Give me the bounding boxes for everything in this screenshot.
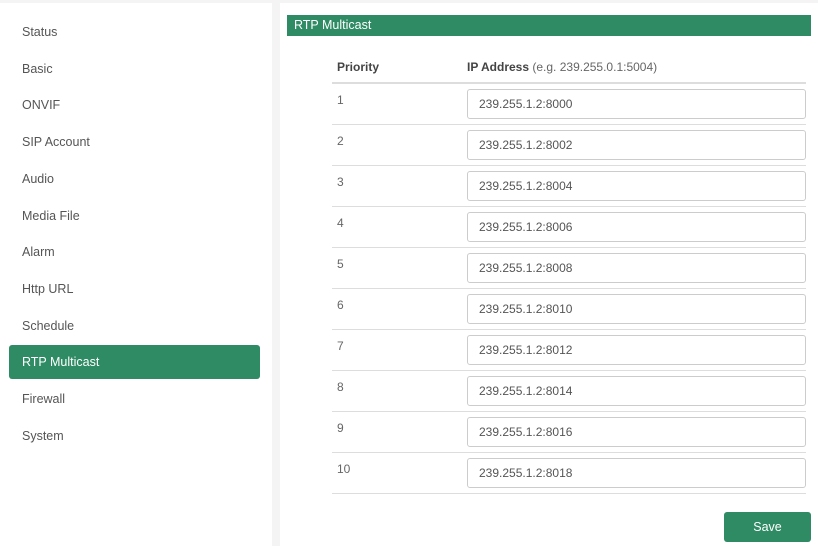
table-row: 5 239.255.1.2:8008 [332, 248, 806, 289]
priority-cell: 4 [337, 216, 344, 230]
ip-address-input[interactable]: 239.255.1.2:8000 [467, 89, 806, 119]
ip-address-input[interactable]: 239.255.1.2:8004 [467, 171, 806, 201]
priority-cell: 8 [337, 380, 344, 394]
multicast-table: Priority IP Address (e.g. 239.255.0.1:50… [332, 48, 806, 494]
sidebar-item-media-file[interactable]: Media File [9, 199, 260, 233]
column-priority: Priority [337, 60, 380, 74]
sidebar-item-http-url[interactable]: Http URL [9, 272, 260, 306]
ip-address-input[interactable]: 239.255.1.2:8018 [467, 458, 806, 488]
priority-cell: 6 [337, 298, 344, 312]
ip-address-input[interactable]: 239.255.1.2:8010 [467, 294, 806, 324]
priority-cell: 5 [337, 257, 344, 271]
sidebar-item-status[interactable]: Status [9, 15, 260, 49]
table-row: 2 239.255.1.2:8002 [332, 125, 806, 166]
column-ip-label: IP Address [467, 60, 530, 74]
priority-cell: 3 [337, 175, 344, 189]
table-row: 9 239.255.1.2:8016 [332, 412, 806, 453]
ip-address-input[interactable]: 239.255.1.2:8008 [467, 253, 806, 283]
priority-cell: 1 [337, 93, 344, 107]
sidebar-item-basic[interactable]: Basic [9, 52, 260, 86]
table-header: Priority IP Address (e.g. 239.255.0.1:50… [332, 48, 806, 84]
priority-cell: 10 [337, 462, 351, 476]
sidebar-item-schedule[interactable]: Schedule [9, 309, 260, 343]
table-row: 6 239.255.1.2:8010 [332, 289, 806, 330]
priority-cell: 9 [337, 421, 344, 435]
sidebar: Status Basic ONVIF SIP Account Audio Med… [0, 3, 272, 546]
section-header: RTP Multicast [287, 15, 811, 36]
table-row: 3 239.255.1.2:8004 [332, 166, 806, 207]
ip-address-input[interactable]: 239.255.1.2:8002 [467, 130, 806, 160]
sidebar-item-system[interactable]: System [9, 419, 260, 453]
table-row: 4 239.255.1.2:8006 [332, 207, 806, 248]
sidebar-item-onvif[interactable]: ONVIF [9, 88, 260, 122]
priority-cell: 7 [337, 339, 344, 353]
sidebar-item-sip-account[interactable]: SIP Account [9, 125, 260, 159]
table-row: 7 239.255.1.2:8012 [332, 330, 806, 371]
table-row: 8 239.255.1.2:8014 [332, 371, 806, 412]
column-ip-address: IP Address (e.g. 239.255.0.1:5004) [467, 60, 657, 74]
table-row: 10 239.255.1.2:8018 [332, 453, 806, 494]
ip-address-input[interactable]: 239.255.1.2:8006 [467, 212, 806, 242]
save-button[interactable]: Save [724, 512, 811, 542]
ip-address-input[interactable]: 239.255.1.2:8012 [467, 335, 806, 365]
ip-address-input[interactable]: 239.255.1.2:8014 [467, 376, 806, 406]
sidebar-item-alarm[interactable]: Alarm [9, 235, 260, 269]
priority-cell: 2 [337, 134, 344, 148]
ip-address-input[interactable]: 239.255.1.2:8016 [467, 417, 806, 447]
table-row: 1 239.255.1.2:8000 [332, 84, 806, 125]
sidebar-item-firewall[interactable]: Firewall [9, 382, 260, 416]
sidebar-item-rtp-multicast[interactable]: RTP Multicast [9, 345, 260, 380]
sidebar-item-audio[interactable]: Audio [9, 162, 260, 196]
main-panel: RTP Multicast Priority IP Address (e.g. … [280, 3, 818, 546]
column-ip-hint: (e.g. 239.255.0.1:5004) [532, 60, 658, 74]
